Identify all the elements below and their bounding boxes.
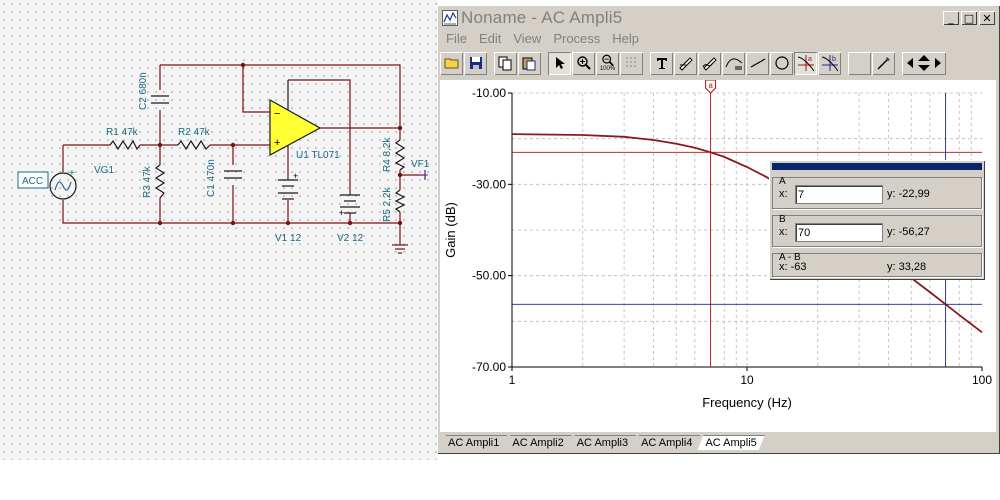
label-vf1: VF1 — [411, 159, 430, 170]
zoom-in-icon[interactable] — [572, 52, 595, 75]
cursor-diff-group: A - B x: -63 y: 33,28 — [772, 252, 982, 277]
label-c2: C2 680n — [138, 72, 149, 110]
cursor-b-group: B x: y: -56,27 — [772, 214, 982, 247]
menu-view[interactable]: View — [507, 31, 547, 46]
tab-ac-ampli2[interactable]: AC Ampli2 — [504, 435, 571, 450]
menu-process[interactable]: Process — [547, 31, 606, 46]
label-v2: V2 12 — [337, 233, 364, 244]
svg-text:b: b — [832, 56, 836, 63]
x-tick-label: 100 — [972, 373, 992, 387]
svg-text:+: + — [69, 168, 75, 179]
label-r2: R2 47k — [178, 127, 211, 138]
minimize-button[interactable]: _ — [943, 11, 959, 25]
source-vg1[interactable]: + — [49, 168, 77, 200]
cursor-b-x-input[interactable] — [795, 223, 883, 242]
label-r3: R3 47k — [142, 165, 153, 198]
tab-ac-ampli3[interactable]: AC Ampli3 — [569, 435, 636, 450]
capacitor-c2[interactable] — [151, 95, 169, 104]
blank-tool-icon[interactable] — [848, 52, 871, 75]
cursor-b-x-label: x: — [779, 226, 788, 238]
close-button[interactable]: ✕ — [979, 11, 995, 25]
cursor-a-handle-label: a — [708, 81, 713, 90]
zoom-out-icon[interactable]: 100% — [596, 52, 619, 75]
move-arrows-icon[interactable] — [902, 52, 946, 75]
cursor-a-y-value: y: -22,99 — [887, 188, 930, 200]
label-r1: R1 47k — [106, 127, 139, 138]
resistor-r4[interactable] — [394, 139, 406, 171]
cursor-diff-x-value: x: -63 — [779, 261, 807, 273]
cursor-a-x-input[interactable] — [795, 185, 883, 204]
app-icon — [442, 10, 458, 26]
probe-vf1[interactable] — [420, 170, 428, 180]
x-tick-label: 1 — [509, 373, 516, 387]
circle-tool-icon[interactable] — [770, 52, 793, 75]
tab-strip: AC Ampli1 AC Ampli2 AC Ampli3 AC Ampli4 … — [440, 434, 997, 450]
cursor-b-icon[interactable]: b — [818, 52, 841, 75]
y-tick-label: -50.00 — [472, 269, 506, 283]
resistor-r2[interactable] — [177, 139, 211, 151]
ground-symbol — [392, 244, 408, 254]
svg-text:a: a — [808, 56, 812, 63]
cursor-b-title: B — [779, 214, 786, 225]
grid-icon[interactable] — [620, 52, 643, 75]
plot-area[interactable]: -10.00 -30.00 -50.00 -70.00 1 10 100 a Frequen… — [440, 80, 996, 432]
menu-help[interactable]: Help — [606, 31, 645, 46]
line-pen-icon[interactable] — [674, 52, 697, 75]
y-axis-label: Gain (dB) — [443, 202, 458, 258]
x-tick-label: 10 — [740, 373, 754, 387]
curve-pen-icon[interactable] — [698, 52, 721, 75]
resistor-r5[interactable] — [394, 189, 406, 213]
source-label: ACC — [22, 176, 43, 187]
label-v1: V1 12 — [275, 233, 302, 244]
y-tick-label: -70.00 — [472, 360, 506, 374]
line-tool-icon[interactable] — [746, 52, 769, 75]
pointer-icon[interactable] — [548, 51, 571, 75]
curve-tool-icon[interactable] — [722, 52, 745, 75]
cursor-diff-y-value: y: 33,28 — [887, 261, 927, 273]
schematic-canvas[interactable]: + ACC VG1 R1 47k R2 47k R3 47k C2 680n C… — [0, 0, 438, 460]
toolbar: 100% a b — [440, 50, 997, 76]
cursor-b-y-value: y: -56,27 — [887, 226, 930, 238]
menu-edit[interactable]: Edit — [473, 31, 507, 46]
title-bar[interactable]: Noname - AC Ampli5 _ □ ✕ — [440, 8, 997, 28]
cursor-a-title: A — [779, 176, 786, 187]
menu-bar: File Edit View Process Help — [440, 29, 997, 47]
ac-analysis-window: Noname - AC Ampli5 _ □ ✕ File Edit View … — [437, 5, 1000, 454]
paste-icon[interactable] — [518, 52, 541, 75]
save-icon[interactable] — [464, 52, 487, 75]
panel-title-bar[interactable] — [772, 163, 982, 170]
svg-text:+: + — [339, 208, 344, 218]
open-folder-icon[interactable] — [440, 52, 463, 75]
svg-text:−: − — [274, 108, 280, 120]
svg-text:+: + — [293, 171, 298, 181]
maximize-button[interactable]: □ — [961, 11, 977, 25]
x-axis-label: Frequency (Hz) — [702, 395, 792, 410]
label-r5: R5 2,2k — [382, 187, 393, 222]
label-u1: U1 TL071 — [296, 150, 340, 161]
pick-tool-icon[interactable] — [872, 52, 895, 75]
svg-text:+: + — [274, 137, 280, 149]
label-c1: C1 470n — [206, 159, 217, 197]
cursor-readout-panel: A x: y: -22,99 B x: y: -56,27 A - B x: -… — [769, 160, 985, 280]
tab-ac-ampli1[interactable]: AC Ampli1 — [440, 435, 507, 450]
zoom-percent-label: 100% — [599, 66, 616, 72]
cursor-a-group: A x: y: -22,99 — [772, 176, 982, 209]
menu-file[interactable]: File — [440, 31, 473, 46]
cursor-a-icon[interactable]: a — [794, 51, 817, 75]
text-tool-icon[interactable] — [650, 52, 673, 75]
circuit-wires — [62, 64, 425, 245]
window-title: Noname - AC Ampli5 — [461, 8, 623, 27]
resistor-r1[interactable] — [109, 139, 141, 151]
cursor-a-x-label: x: — [779, 188, 788, 200]
tab-ac-ampli4[interactable]: AC Ampli4 — [633, 435, 700, 450]
label-r4: R4 8,2k — [382, 137, 393, 172]
tab-ac-ampli5[interactable]: AC Ampli5 — [697, 435, 764, 450]
capacitor-c1[interactable] — [224, 170, 242, 179]
label-vg1: VG1 — [94, 165, 114, 176]
y-tick-label: -10.00 — [472, 86, 506, 100]
resistor-r3[interactable] — [154, 164, 166, 199]
copy-icon[interactable] — [494, 52, 517, 75]
opamp-u1[interactable]: − + — [269, 80, 322, 157]
y-tick-label: -30.00 — [472, 177, 506, 191]
